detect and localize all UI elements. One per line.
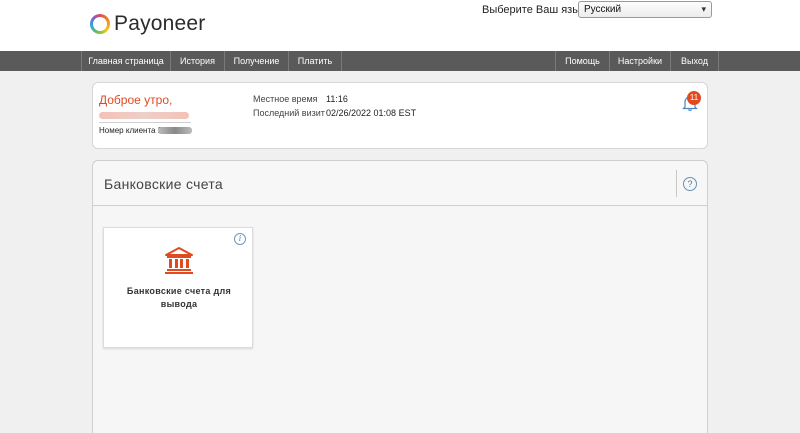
language-label: Выберите Ваш язык: bbox=[482, 4, 588, 16]
nav-logout[interactable]: Выход bbox=[670, 51, 719, 71]
redacted-client-number bbox=[158, 127, 192, 134]
nav-history[interactable]: История bbox=[170, 51, 224, 71]
welcome-panel: Доброе утро, Номер клиента 2 Местное вре… bbox=[92, 82, 708, 149]
nav-settings[interactable]: Настройки bbox=[609, 51, 670, 71]
bank-accounts-header: Банковские счета ? bbox=[93, 161, 707, 206]
header: Payoneer Выберите Ваш язык: Русский ▾ bbox=[0, 0, 800, 51]
header-divider bbox=[676, 170, 677, 197]
withdrawal-bank-accounts-card[interactable]: i Банковские счета для вывода bbox=[103, 227, 253, 348]
main-navbar: Главная страница История Получение Плати… bbox=[0, 51, 800, 71]
card-label: Банковские счета для вывода bbox=[126, 286, 232, 309]
notification-count-badge: 11 bbox=[687, 91, 701, 105]
greeting-text: Доброе утро, bbox=[99, 93, 173, 107]
bank-building-icon bbox=[165, 247, 193, 274]
nav-home[interactable]: Главная страница bbox=[81, 51, 170, 71]
client-number-label: Номер клиента 2 bbox=[99, 126, 163, 135]
logo-ring-icon bbox=[90, 14, 110, 34]
notifications-button[interactable]: 11 bbox=[680, 91, 701, 113]
payoneer-logo[interactable]: Payoneer bbox=[90, 12, 206, 36]
bank-accounts-title: Банковские счета bbox=[104, 176, 223, 192]
local-time-label: Местное время bbox=[253, 94, 318, 104]
last-visit-label: Последний визит bbox=[253, 108, 325, 118]
chevron-down-icon: ▾ bbox=[701, 4, 706, 14]
nav-help[interactable]: Помощь bbox=[555, 51, 609, 71]
name-divider bbox=[99, 122, 191, 123]
language-select[interactable]: Русский ▾ bbox=[578, 1, 712, 18]
nav-pay[interactable]: Платить bbox=[288, 51, 342, 71]
nav-receive[interactable]: Получение bbox=[224, 51, 288, 71]
logo-text: Payoneer bbox=[114, 12, 206, 35]
last-visit-value: 02/26/2022 01:08 EST bbox=[326, 108, 417, 118]
info-icon[interactable]: i bbox=[234, 233, 246, 245]
help-question-icon[interactable]: ? bbox=[683, 177, 697, 191]
redacted-user-name bbox=[99, 112, 189, 119]
local-time-value: 11:16 bbox=[326, 94, 348, 104]
language-selected-value: Русский bbox=[584, 4, 622, 15]
